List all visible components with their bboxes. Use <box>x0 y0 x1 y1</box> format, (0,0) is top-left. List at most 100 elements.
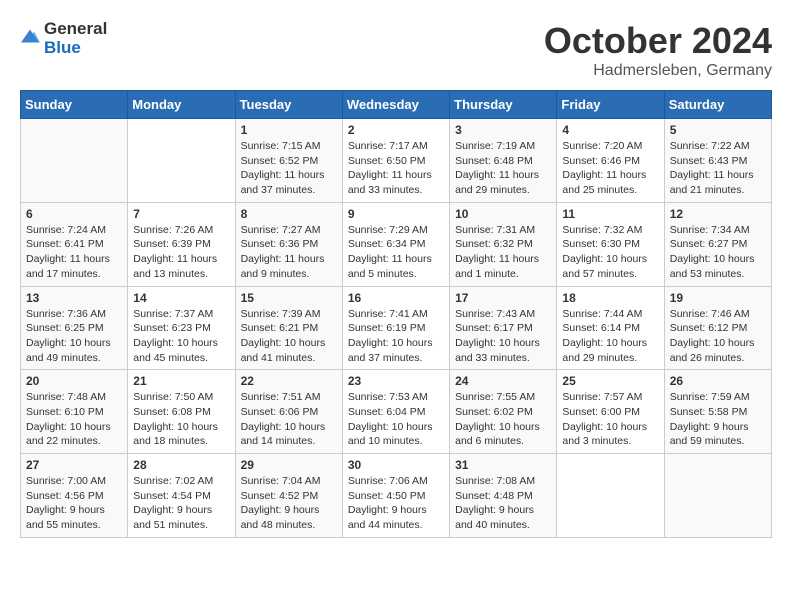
day-number: 5 <box>670 123 766 137</box>
day-number: 26 <box>670 374 766 388</box>
day-info: Sunrise: 7:55 AM Sunset: 6:02 PM Dayligh… <box>455 390 551 449</box>
day-info: Sunrise: 7:51 AM Sunset: 6:06 PM Dayligh… <box>241 390 337 449</box>
day-number: 25 <box>562 374 658 388</box>
calendar-cell: 10 Sunrise: 7:31 AM Sunset: 6:32 PM Dayli… <box>450 202 557 286</box>
weekday-header-tuesday: Tuesday <box>235 91 342 119</box>
day-info: Sunrise: 7:43 AM Sunset: 6:17 PM Dayligh… <box>455 307 551 366</box>
calendar-cell: 18 Sunrise: 7:44 AM Sunset: 6:14 PM Dayli… <box>557 286 664 370</box>
day-number: 23 <box>348 374 444 388</box>
calendar-cell: 16 Sunrise: 7:41 AM Sunset: 6:19 PM Dayli… <box>342 286 449 370</box>
day-info: Sunrise: 7:57 AM Sunset: 6:00 PM Dayligh… <box>562 390 658 449</box>
day-number: 21 <box>133 374 229 388</box>
day-info: Sunrise: 7:22 AM Sunset: 6:43 PM Dayligh… <box>670 139 766 198</box>
logo-blue: Blue <box>44 39 107 58</box>
calendar-cell: 26 Sunrise: 7:59 AM Sunset: 5:58 PM Dayli… <box>664 370 771 454</box>
calendar-cell <box>128 119 235 203</box>
day-number: 27 <box>26 458 122 472</box>
calendar-cell: 17 Sunrise: 7:43 AM Sunset: 6:17 PM Dayli… <box>450 286 557 370</box>
day-info: Sunrise: 7:00 AM Sunset: 4:56 PM Dayligh… <box>26 474 122 533</box>
calendar-cell: 9 Sunrise: 7:29 AM Sunset: 6:34 PM Daylig… <box>342 202 449 286</box>
weekday-header-monday: Monday <box>128 91 235 119</box>
header: General Blue October 2024 Hadmersleben, … <box>20 20 772 80</box>
day-number: 17 <box>455 291 551 305</box>
day-number: 24 <box>455 374 551 388</box>
day-info: Sunrise: 7:36 AM Sunset: 6:25 PM Dayligh… <box>26 307 122 366</box>
month-title: October 2024 <box>544 20 772 62</box>
calendar-cell: 12 Sunrise: 7:34 AM Sunset: 6:27 PM Dayli… <box>664 202 771 286</box>
day-info: Sunrise: 7:41 AM Sunset: 6:19 PM Dayligh… <box>348 307 444 366</box>
day-info: Sunrise: 7:59 AM Sunset: 5:58 PM Dayligh… <box>670 390 766 449</box>
weekday-header-thursday: Thursday <box>450 91 557 119</box>
day-number: 7 <box>133 207 229 221</box>
calendar-week-row-0: 1Sunrise: 7:15 AM Sunset: 6:52 PM Daylig… <box>21 119 772 203</box>
day-info: Sunrise: 7:48 AM Sunset: 6:10 PM Dayligh… <box>26 390 122 449</box>
day-number: 19 <box>670 291 766 305</box>
calendar-week-row-3: 20Sunrise: 7:48 AM Sunset: 6:10 PM Dayli… <box>21 370 772 454</box>
calendar-cell: 27 Sunrise: 7:00 AM Sunset: 4:56 PM Dayli… <box>21 454 128 538</box>
weekday-header-saturday: Saturday <box>664 91 771 119</box>
location-title: Hadmersleben, Germany <box>544 62 772 80</box>
day-info: Sunrise: 7:44 AM Sunset: 6:14 PM Dayligh… <box>562 307 658 366</box>
calendar-cell: 23Sunrise: 7:53 AM Sunset: 6:04 PM Dayli… <box>342 370 449 454</box>
calendar-cell: 7 Sunrise: 7:26 AM Sunset: 6:39 PM Daylig… <box>128 202 235 286</box>
day-number: 8 <box>241 207 337 221</box>
logo-icon <box>20 26 40 46</box>
day-info: Sunrise: 7:26 AM Sunset: 6:39 PM Dayligh… <box>133 223 229 282</box>
day-info: Sunrise: 7:04 AM Sunset: 4:52 PM Dayligh… <box>241 474 337 533</box>
weekday-header-wednesday: Wednesday <box>342 91 449 119</box>
day-number: 10 <box>455 207 551 221</box>
calendar-cell: 29 Sunrise: 7:04 AM Sunset: 4:52 PM Dayli… <box>235 454 342 538</box>
logo: General Blue <box>20 20 107 57</box>
calendar-cell: 25 Sunrise: 7:57 AM Sunset: 6:00 PM Dayli… <box>557 370 664 454</box>
day-info: Sunrise: 7:02 AM Sunset: 4:54 PM Dayligh… <box>133 474 229 533</box>
calendar-cell: 19Sunrise: 7:46 AM Sunset: 6:12 PM Dayli… <box>664 286 771 370</box>
calendar-cell: 6Sunrise: 7:24 AM Sunset: 6:41 PM Daylig… <box>21 202 128 286</box>
day-info: Sunrise: 7:39 AM Sunset: 6:21 PM Dayligh… <box>241 307 337 366</box>
day-number: 15 <box>241 291 337 305</box>
calendar-cell: 5 Sunrise: 7:22 AM Sunset: 6:43 PM Daylig… <box>664 119 771 203</box>
day-info: Sunrise: 7:27 AM Sunset: 6:36 PM Dayligh… <box>241 223 337 282</box>
day-info: Sunrise: 7:34 AM Sunset: 6:27 PM Dayligh… <box>670 223 766 282</box>
day-number: 11 <box>562 207 658 221</box>
calendar-cell: 21 Sunrise: 7:50 AM Sunset: 6:08 PM Dayli… <box>128 370 235 454</box>
day-number: 4 <box>562 123 658 137</box>
day-number: 31 <box>455 458 551 472</box>
day-info: Sunrise: 7:15 AM Sunset: 6:52 PM Dayligh… <box>241 139 337 198</box>
day-number: 16 <box>348 291 444 305</box>
calendar-cell <box>21 119 128 203</box>
day-info: Sunrise: 7:50 AM Sunset: 6:08 PM Dayligh… <box>133 390 229 449</box>
calendar-cell: 28 Sunrise: 7:02 AM Sunset: 4:54 PM Dayli… <box>128 454 235 538</box>
calendar-week-row-4: 27 Sunrise: 7:00 AM Sunset: 4:56 PM Dayli… <box>21 454 772 538</box>
calendar-cell: 15 Sunrise: 7:39 AM Sunset: 6:21 PM Dayli… <box>235 286 342 370</box>
weekday-header-row: SundayMondayTuesdayWednesdayThursdayFrid… <box>21 91 772 119</box>
day-info: Sunrise: 7:20 AM Sunset: 6:46 PM Dayligh… <box>562 139 658 198</box>
day-number: 18 <box>562 291 658 305</box>
day-number: 14 <box>133 291 229 305</box>
calendar-cell: 1Sunrise: 7:15 AM Sunset: 6:52 PM Daylig… <box>235 119 342 203</box>
calendar-table: SundayMondayTuesdayWednesdayThursdayFrid… <box>20 90 772 538</box>
day-number: 28 <box>133 458 229 472</box>
day-number: 2 <box>348 123 444 137</box>
day-info: Sunrise: 7:31 AM Sunset: 6:32 PM Dayligh… <box>455 223 551 282</box>
calendar-cell: 31Sunrise: 7:08 AM Sunset: 4:48 PM Dayli… <box>450 454 557 538</box>
day-number: 13 <box>26 291 122 305</box>
calendar-week-row-1: 6Sunrise: 7:24 AM Sunset: 6:41 PM Daylig… <box>21 202 772 286</box>
calendar-cell: 24 Sunrise: 7:55 AM Sunset: 6:02 PM Dayli… <box>450 370 557 454</box>
day-info: Sunrise: 7:24 AM Sunset: 6:41 PM Dayligh… <box>26 223 122 282</box>
day-info: Sunrise: 7:37 AM Sunset: 6:23 PM Dayligh… <box>133 307 229 366</box>
day-info: Sunrise: 7:29 AM Sunset: 6:34 PM Dayligh… <box>348 223 444 282</box>
calendar-cell: 11Sunrise: 7:32 AM Sunset: 6:30 PM Dayli… <box>557 202 664 286</box>
calendar-cell: 2 Sunrise: 7:17 AM Sunset: 6:50 PM Daylig… <box>342 119 449 203</box>
day-number: 9 <box>348 207 444 221</box>
calendar-cell: 20Sunrise: 7:48 AM Sunset: 6:10 PM Dayli… <box>21 370 128 454</box>
day-number: 12 <box>670 207 766 221</box>
calendar-cell <box>557 454 664 538</box>
calendar-cell <box>664 454 771 538</box>
calendar-cell: 30Sunrise: 7:06 AM Sunset: 4:50 PM Dayli… <box>342 454 449 538</box>
calendar-cell: 4 Sunrise: 7:20 AM Sunset: 6:46 PM Daylig… <box>557 119 664 203</box>
weekday-header-sunday: Sunday <box>21 91 128 119</box>
day-number: 29 <box>241 458 337 472</box>
day-info: Sunrise: 7:17 AM Sunset: 6:50 PM Dayligh… <box>348 139 444 198</box>
day-number: 30 <box>348 458 444 472</box>
calendar-cell: 22Sunrise: 7:51 AM Sunset: 6:06 PM Dayli… <box>235 370 342 454</box>
